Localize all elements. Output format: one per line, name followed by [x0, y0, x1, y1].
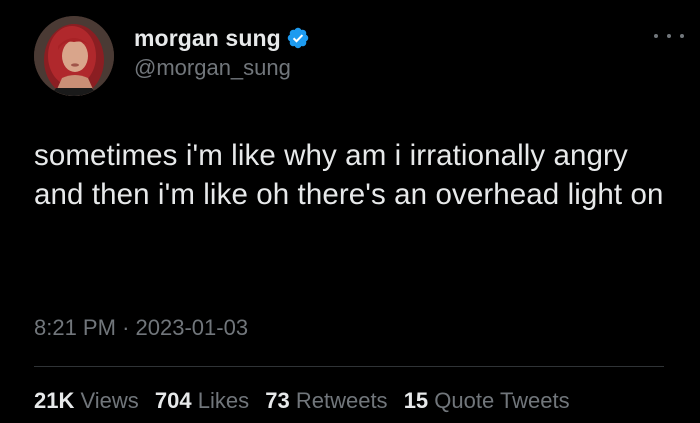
- tweet-time: 8:21 PM: [34, 315, 116, 340]
- user-handle[interactable]: @morgan_sung: [134, 54, 310, 82]
- divider: [34, 366, 664, 367]
- tweet: morgan sung @morgan_sung sometimes i'm l…: [0, 0, 700, 423]
- retweets-stat[interactable]: 73 Retweets: [265, 388, 393, 413]
- views-label: Views: [80, 388, 139, 413]
- dot: [654, 34, 658, 38]
- author-info: morgan sung @morgan_sung: [134, 22, 310, 82]
- name-row: morgan sung: [134, 22, 310, 54]
- dot: [680, 34, 684, 38]
- avatar[interactable]: [34, 16, 114, 96]
- more-options-icon[interactable]: [654, 26, 684, 46]
- likes-stat[interactable]: 704 Likes: [155, 388, 255, 413]
- display-name[interactable]: morgan sung: [134, 25, 281, 52]
- avatar-image: [34, 16, 114, 96]
- retweets-count: 73: [265, 388, 290, 413]
- tweet-stats: 21K Views 704 Likes 73 Retweets 15 Quote…: [34, 386, 580, 416]
- dot: [667, 34, 671, 38]
- tweet-timestamp[interactable]: 8:21 PM · 2023-01-03: [34, 313, 248, 343]
- views-count: 21K: [34, 388, 75, 413]
- tweet-date: 2023-01-03: [135, 315, 249, 340]
- views-stat: 21K Views: [34, 388, 145, 413]
- retweets-label: Retweets: [295, 388, 388, 413]
- likes-label: Likes: [197, 388, 250, 413]
- likes-count: 704: [154, 388, 192, 413]
- quote-tweets-count: 15: [403, 388, 429, 413]
- quote-tweets-stat[interactable]: 15 Quote Tweets: [404, 388, 570, 413]
- verified-badge-icon: [286, 26, 310, 50]
- meta-separator: ·: [122, 315, 130, 340]
- tweet-text: sometimes i'm like why am i irrationally…: [34, 139, 664, 211]
- quote-tweets-label: Quote Tweets: [434, 388, 570, 413]
